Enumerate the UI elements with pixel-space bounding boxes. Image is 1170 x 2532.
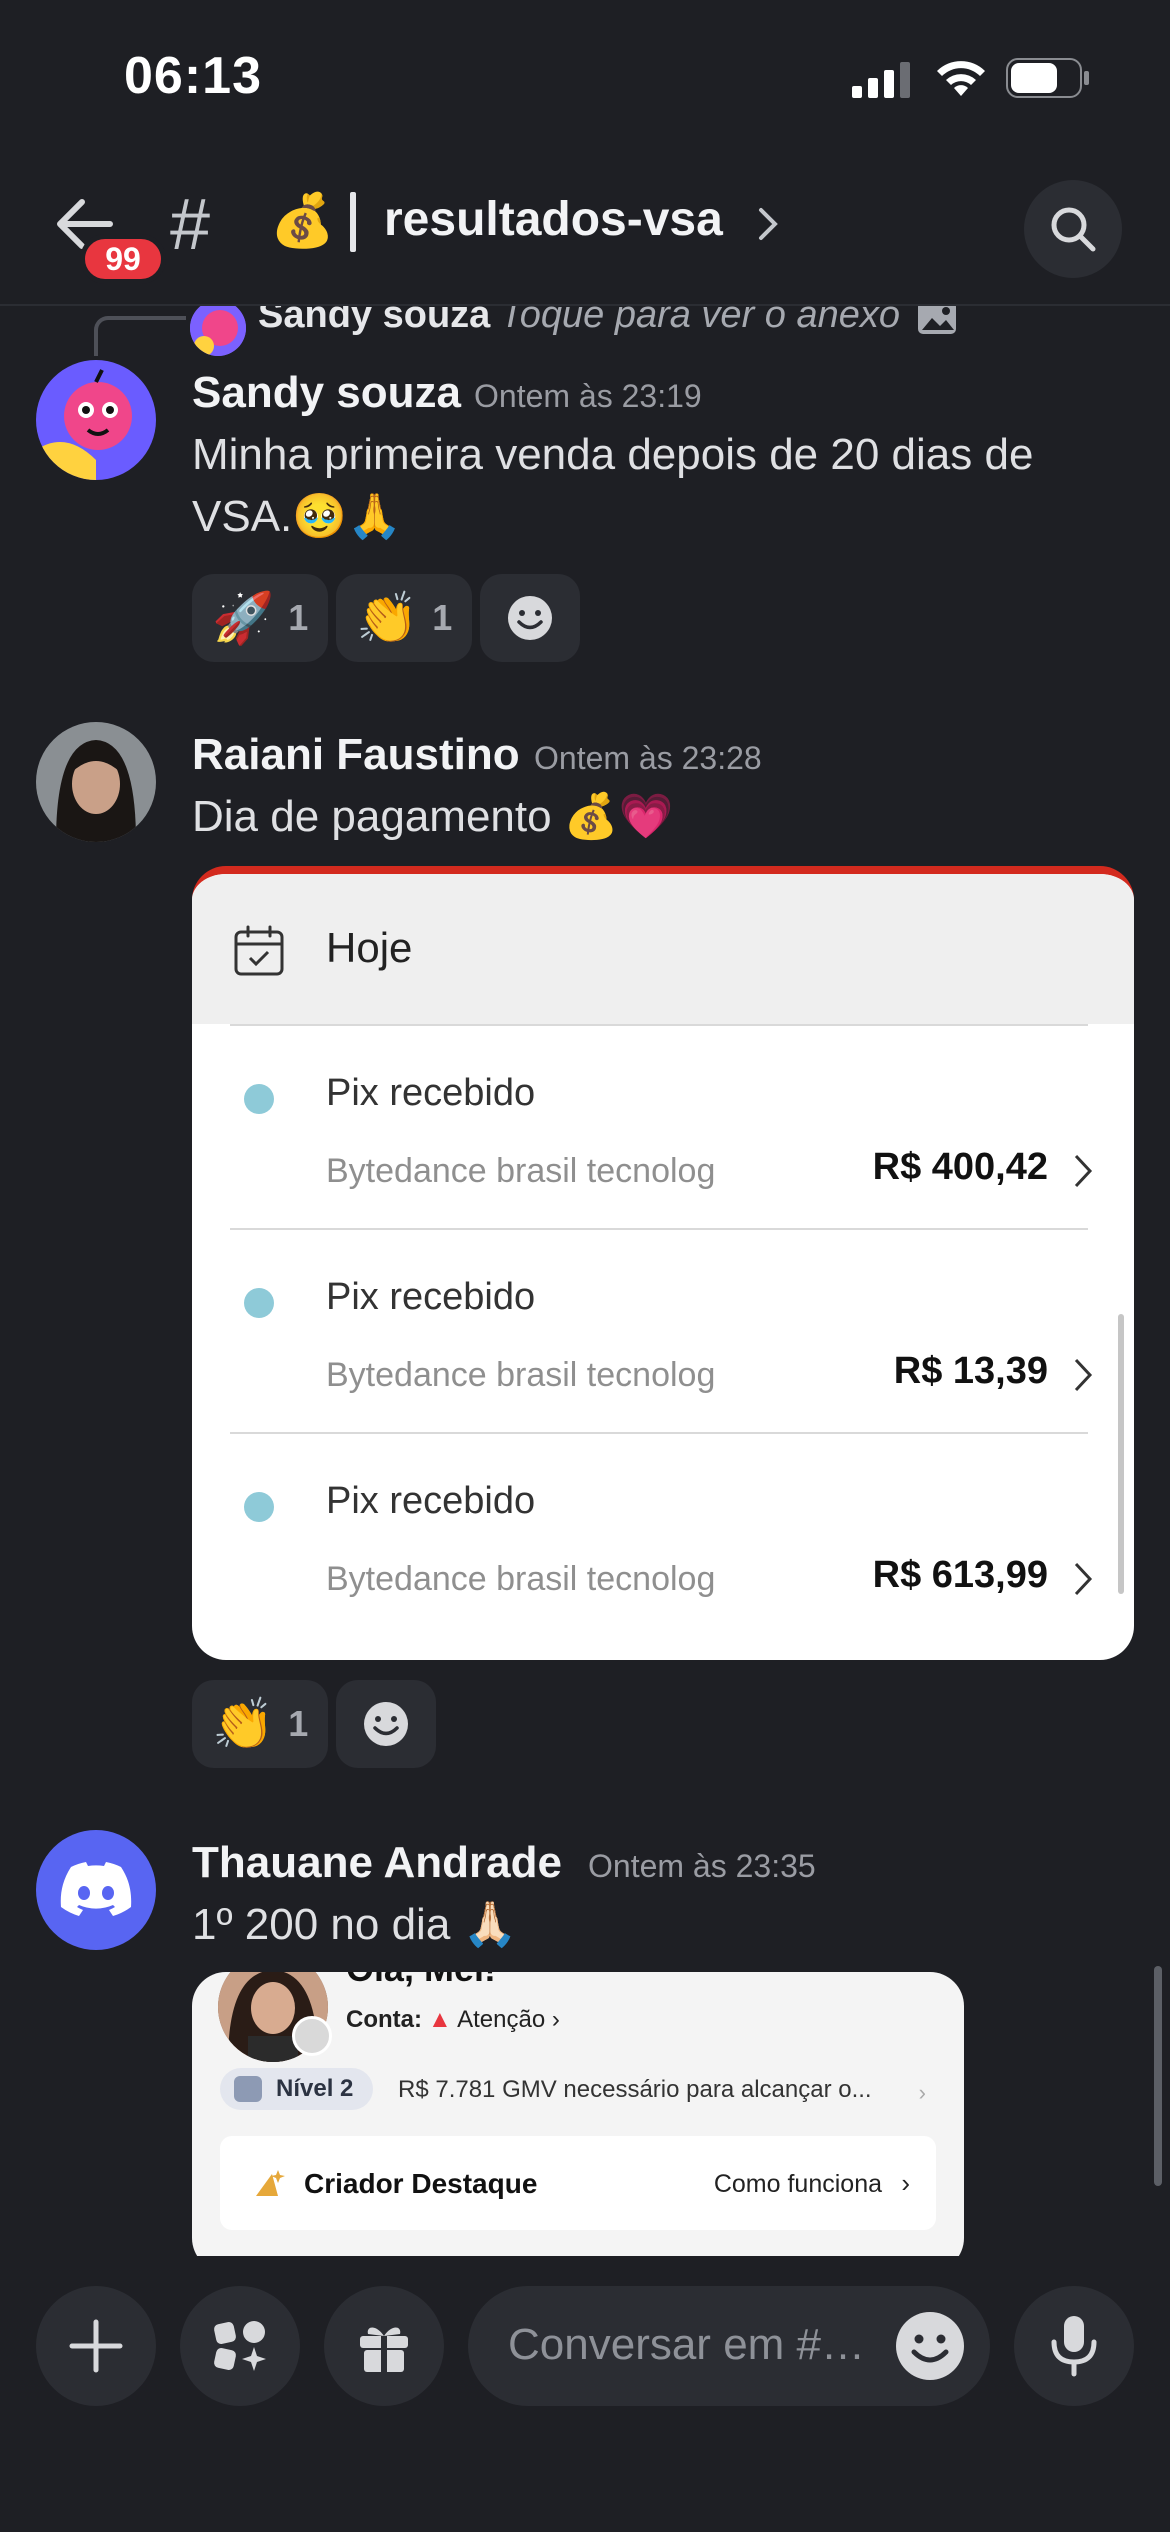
chevron-right-icon[interactable]	[756, 206, 780, 242]
channel-separator	[350, 192, 356, 252]
scrollbar[interactable]	[1154, 1966, 1162, 2186]
shop-greeting: Olá, Mel!	[346, 1972, 496, 1990]
status-dot	[244, 1492, 274, 1522]
unread-badge: 99	[80, 234, 166, 284]
emoji-icon[interactable]	[892, 2308, 968, 2384]
chevron-right-icon	[1074, 1358, 1093, 1392]
shop-feature-row: Criador Destaque Como funciona ›	[220, 2136, 936, 2230]
chevron-right-icon	[1074, 1154, 1093, 1188]
message-list[interactable]: Sandy souza Toque para ver o anexo Sandy…	[0, 306, 1170, 2256]
chevron-right-icon: ›	[901, 2168, 910, 2198]
cellular-signal-icon	[852, 62, 910, 98]
channel-header: 99 # 💰 resultados-vsa	[0, 150, 1170, 306]
rocket-emoji: 🚀	[212, 590, 275, 646]
message-timestamp: Ontem às 23:28	[534, 740, 762, 776]
chevron-right-icon	[1074, 1562, 1093, 1596]
reaction-rocket[interactable]: 🚀 1	[192, 574, 329, 662]
transaction-row: Pix recebido Bytedance brasil tecnolog R…	[192, 1228, 1134, 1432]
reaction-clap[interactable]: 👏 1	[336, 574, 473, 662]
voice-message-button[interactable]	[1014, 2286, 1134, 2406]
transaction-title: Pix recebido	[326, 1276, 536, 1318]
reaction-count: 1	[288, 597, 309, 638]
shop-feature-title: Criador Destaque	[304, 2168, 538, 2199]
add-reaction-button[interactable]	[480, 574, 580, 662]
add-attachment-button[interactable]	[36, 2286, 156, 2406]
message-text: Dia de pagamento 💰💗	[192, 792, 674, 841]
transaction-source: Bytedance brasil tecnolog	[326, 1356, 716, 1394]
transaction-amount: R$ 613,99	[872, 1554, 1048, 1596]
status-time: 06:13	[124, 47, 262, 105]
shop-gmv-text: R$ 7.781 GMV necessário para alcançar o.…	[398, 2076, 872, 2103]
gift-icon	[360, 2327, 408, 2372]
transaction-title: Pix recebido	[326, 1480, 536, 1522]
reply-preview[interactable]: Toque para ver o anexo	[500, 306, 900, 337]
search-button[interactable]	[1024, 180, 1122, 278]
plus-icon	[69, 2319, 123, 2373]
message-input-placeholder: Conversar em #…	[508, 2320, 866, 2369]
search-icon	[1051, 207, 1096, 252]
warning-icon: ▲	[428, 2006, 452, 2033]
message-input[interactable]: Conversar em #…	[468, 2286, 990, 2406]
transaction-source: Bytedance brasil tecnolog	[326, 1152, 716, 1190]
add-reaction-icon	[508, 596, 552, 640]
bank-date-label: Hoje	[326, 924, 413, 971]
composer-bar: Conversar em #…	[0, 2262, 1170, 2532]
battery-icon	[1006, 58, 1089, 98]
message-text: Minha primeira venda depois de 20 dias d…	[192, 430, 1034, 479]
status-dot	[244, 1084, 274, 1114]
spotlight-icon	[256, 2170, 285, 2196]
transaction-row: Pix recebido Bytedance brasil tecnolog R…	[192, 1432, 1134, 1636]
bank-scroll-indicator	[1118, 1314, 1124, 1594]
settings-icon	[292, 2016, 332, 2056]
add-reaction-button[interactable]	[336, 1680, 436, 1768]
image-attachment-shop[interactable]: Olá, Mel! Conta: ▲ Atenção › Nível 2 R$ …	[192, 1972, 964, 2256]
shop-level-badge: Nível 2	[220, 2068, 374, 2110]
status-bar: 06:13	[0, 0, 1170, 150]
reply-connector	[94, 316, 186, 356]
apps-button[interactable]	[180, 2286, 300, 2406]
message-author[interactable]: Sandy souza	[192, 368, 461, 418]
shop-account-status: ▲ Atenção ›	[428, 2006, 560, 2033]
hash-icon: #	[170, 185, 211, 265]
avatar-thauane[interactable]	[36, 1830, 156, 1950]
message-author[interactable]: Raiani Faustino	[192, 730, 520, 780]
add-reaction-icon	[364, 1702, 408, 1746]
reply-avatar	[190, 306, 246, 356]
image-icon	[918, 306, 956, 334]
message-text: 1º 200 no dia 🙏🏻	[192, 1900, 518, 1949]
wifi-icon	[937, 61, 985, 96]
status-dot	[244, 1288, 274, 1318]
transaction-source: Bytedance brasil tecnolog	[326, 1560, 716, 1598]
message-timestamp: Ontem às 23:35	[588, 1848, 816, 1884]
bank-date-header: Hoje	[192, 874, 1134, 1024]
channel-emoji: 💰	[270, 192, 335, 250]
gift-button[interactable]	[324, 2286, 444, 2406]
reaction-count: 1	[432, 597, 453, 638]
channel-name[interactable]: resultados-vsa	[384, 192, 723, 247]
image-attachment-bank[interactable]: Hoje Pix recebido Bytedance brasil tecno…	[192, 866, 1134, 1660]
message-timestamp: Ontem às 23:19	[474, 378, 702, 414]
message-text: VSA.🥹🙏	[192, 492, 402, 541]
level-shield-icon	[234, 2076, 262, 2102]
chevron-right-icon: ›	[918, 2080, 926, 2105]
calendar-icon	[234, 925, 284, 976]
shop-account-label: Conta:	[346, 2006, 422, 2033]
reaction-clap[interactable]: 👏 1	[192, 1680, 329, 1768]
transaction-title: Pix recebido	[326, 1072, 536, 1114]
clap-emoji: 👏	[356, 590, 419, 646]
avatar-raiani[interactable]	[36, 722, 156, 842]
reply-author[interactable]: Sandy souza	[258, 306, 490, 337]
transaction-row: Pix recebido Bytedance brasil tecnolog R…	[192, 1024, 1134, 1228]
transaction-amount: R$ 13,39	[893, 1350, 1048, 1392]
microphone-icon	[1051, 2316, 1097, 2377]
discord-logo-icon	[60, 1862, 132, 1916]
transaction-amount: R$ 400,42	[872, 1146, 1048, 1188]
shop-feature-link: Como funciona	[713, 2170, 882, 2198]
clap-emoji: 👏	[212, 1696, 275, 1752]
message-author[interactable]: Thauane Andrade	[192, 1838, 562, 1888]
reaction-count: 1	[288, 1703, 309, 1744]
avatar-sandy[interactable]	[36, 360, 156, 480]
apps-icon	[214, 2321, 266, 2371]
